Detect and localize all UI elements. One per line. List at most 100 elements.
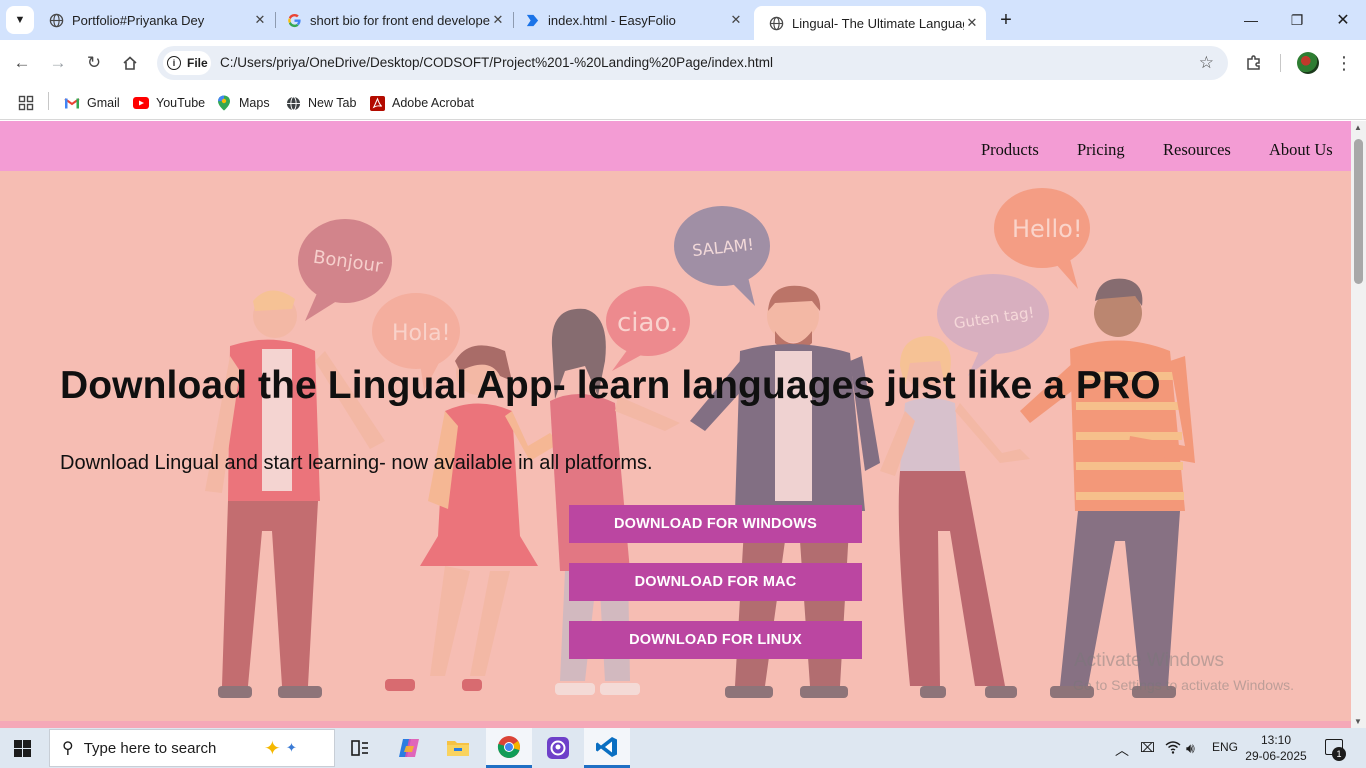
address-bar[interactable]: i File C:/Users/priya/OneDrive/Desktop/C… (157, 46, 1228, 80)
plus-icon: + (1000, 8, 1012, 31)
site-info-chip[interactable]: i File (163, 51, 211, 75)
github-desktop-button[interactable] (535, 728, 581, 768)
speech-bubble-hello: Hello! (994, 188, 1090, 289)
globe-icon (48, 12, 64, 28)
svg-text:ciao.: ciao. (617, 308, 678, 338)
bookmark-adobe-acrobat[interactable]: Adobe Acrobat (369, 93, 474, 113)
vscode-button[interactable] (584, 728, 630, 768)
taskbar-clock[interactable]: 13:10 29-06-2025 (1245, 732, 1307, 764)
new-tab-button[interactable]: + (994, 8, 1018, 32)
tab-title: Portfolio#Priyanka Dey (72, 12, 205, 28)
minimize-button[interactable]: — (1239, 8, 1263, 32)
speech-bubble-ciao: ciao. (606, 286, 690, 371)
restore-button[interactable]: ❐ (1285, 8, 1309, 32)
taskbar-search-box[interactable]: ⚲ Type here to search ✦ ✦ (49, 729, 335, 767)
download-mac-button[interactable]: DOWNLOAD FOR MAC (569, 563, 862, 601)
reload-button[interactable]: ↻ (81, 50, 107, 76)
copilot-button[interactable] (386, 728, 432, 768)
hero-title: Download the Lingual App- learn language… (60, 364, 1161, 407)
bookmark-label: Adobe Acrobat (392, 96, 475, 110)
tab-google-search[interactable]: short bio for front end developer ✕ (272, 6, 512, 34)
bookmark-label: New Tab (308, 96, 357, 110)
back-button[interactable]: ← (9, 50, 35, 76)
windows-start-icon[interactable] (14, 740, 31, 757)
bookmark-star-icon[interactable]: ☆ (1199, 53, 1214, 73)
bookmark-gmail[interactable]: Gmail (64, 93, 120, 113)
close-icon[interactable]: ✕ (728, 12, 744, 28)
file-explorer-icon (447, 741, 469, 756)
close-icon[interactable]: ✕ (252, 12, 268, 28)
home-button[interactable] (117, 50, 143, 76)
reload-icon: ↻ (86, 53, 102, 72)
device-icon[interactable]: ⌧ (1140, 740, 1155, 756)
file-explorer-button[interactable] (435, 728, 481, 768)
tab-search-button[interactable]: ▼ (6, 6, 34, 34)
tab-lingual[interactable]: Lingual- The Ultimate Language ✕ (754, 6, 986, 40)
copilot-icon (399, 739, 419, 757)
scroll-down-icon[interactable]: ▼ (1354, 717, 1362, 726)
vscode-icon (596, 736, 617, 757)
task-view-button[interactable] (337, 728, 383, 768)
gmail-icon (64, 95, 80, 111)
show-hidden-icons-chevron-up-icon[interactable]: ︿ (1115, 740, 1129, 760)
nav-link-about-us[interactable]: About Us (1269, 140, 1333, 160)
close-icon[interactable]: ✕ (964, 15, 980, 31)
taskbar-search-placeholder: Type here to search (83, 739, 217, 757)
apps-grid-icon (18, 95, 34, 111)
page-scrollbar[interactable]: ▲ ▼ (1351, 121, 1366, 728)
puzzle-icon (1247, 55, 1260, 70)
chrome-button[interactable] (486, 728, 532, 768)
tab-easyfolio[interactable]: index.html - EasyFolio ✕ (510, 6, 750, 34)
github-desktop-icon (547, 737, 569, 759)
site-info-label: File (187, 56, 208, 70)
wifi-icon[interactable] (1165, 740, 1181, 757)
maps-icon (216, 95, 232, 111)
windows-taskbar: ⚲ Type here to search ✦ ✦ ︿ ⌧ 🔊︎ ENG 13:… (0, 728, 1366, 768)
scrollbar-thumb[interactable] (1354, 139, 1363, 284)
clock-time: 13:10 (1260, 733, 1292, 747)
scroll-up-icon[interactable]: ▲ (1354, 123, 1362, 132)
forward-button[interactable]: → (45, 50, 71, 76)
tab-strip: ▼ Portfolio#Priyanka Dey ✕ short bio for… (0, 0, 1366, 40)
footer-strip (0, 721, 1351, 728)
extensions-button[interactable] (1243, 52, 1265, 74)
more-vert-icon: ⋮ (1335, 52, 1353, 73)
volume-icon[interactable]: 🔊︎ (1186, 740, 1195, 757)
bookmarks-bar: Gmail YouTube Maps New Tab Adobe Acrobat (0, 86, 1366, 120)
clock-date: 29-06-2025 (1245, 749, 1307, 763)
download-windows-button[interactable]: DOWNLOAD FOR WINDOWS (569, 505, 862, 543)
chevron-down-icon: ▼ (14, 14, 26, 26)
tab-portfolio[interactable]: Portfolio#Priyanka Dey ✕ (34, 6, 274, 34)
bookmark-youtube[interactable]: YouTube (133, 93, 205, 113)
activate-windows-title: Activate Windows (1074, 650, 1224, 671)
browser-toolbar: ← → ↻ i File C:/Users/priya/OneDrive/Des… (0, 40, 1366, 86)
bookmark-new-tab[interactable]: New Tab (285, 93, 356, 113)
toolbar-divider (1280, 54, 1281, 72)
bookmark-label: Gmail (87, 96, 120, 110)
url-text[interactable]: C:/Users/priya/OneDrive/Desktop/CODSOFT/… (220, 55, 773, 70)
apps-button[interactable] (18, 93, 34, 113)
download-linux-button[interactable]: DOWNLOAD FOR LINUX (569, 621, 862, 659)
svg-text:Hola!: Hola! (392, 321, 450, 346)
sparkle-small-icon: ✦ (286, 740, 297, 755)
easyfolio-icon (524, 12, 540, 28)
close-window-button[interactable]: ✕ (1331, 8, 1355, 32)
svg-text:Hello!: Hello! (1012, 215, 1082, 243)
menu-button[interactable]: ⋮ (1333, 52, 1355, 74)
search-icon: ⚲ (62, 740, 74, 757)
nav-link-resources[interactable]: Resources (1163, 140, 1231, 160)
tab-title: index.html - EasyFolio (548, 12, 676, 28)
language-indicator[interactable]: ENG (1212, 740, 1238, 754)
hero-subtitle: Download Lingual and start learning- now… (60, 452, 653, 474)
profile-avatar[interactable] (1297, 52, 1319, 74)
youtube-icon (133, 95, 149, 111)
minimize-icon: — (1244, 12, 1258, 28)
close-icon[interactable]: ✕ (490, 12, 506, 28)
activate-windows-subtitle: Go to Settings to activate Windows. (1073, 677, 1294, 693)
nav-link-products[interactable]: Products (981, 140, 1039, 160)
site-navbar: Products Pricing Resources About Us (0, 121, 1351, 171)
nav-link-pricing[interactable]: Pricing (1077, 140, 1125, 160)
close-icon: ✕ (1336, 12, 1350, 29)
bookmark-maps[interactable]: Maps (216, 93, 270, 113)
task-view-icon (351, 740, 368, 756)
